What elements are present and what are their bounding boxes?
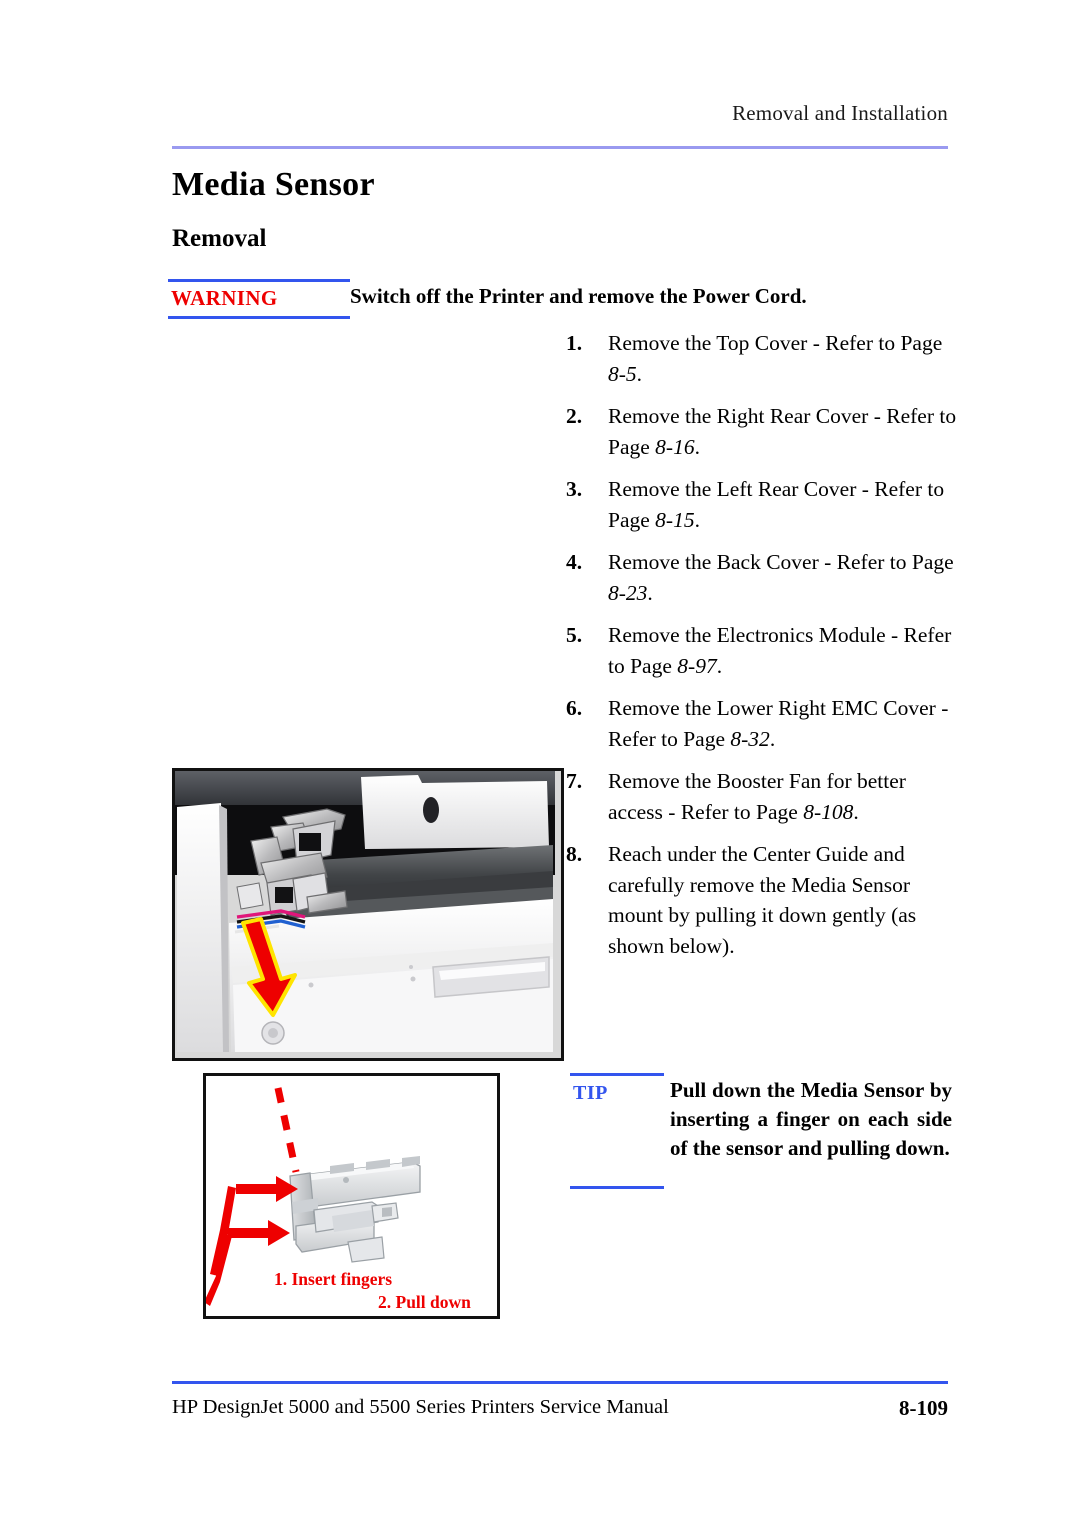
step-text: Remove the Back Cover - Refer to Page 8-… xyxy=(608,550,954,605)
step-page-reference: 8-15 xyxy=(655,507,695,532)
page-title: Media Sensor xyxy=(172,166,375,203)
step-number: 2. xyxy=(566,404,583,428)
media-sensor-drawing-figure: 1. Insert fingers 2. Pull down xyxy=(203,1073,500,1319)
removal-step: 8. Reach under the Center Guide and caref… xyxy=(566,839,958,961)
step-page-reference: 8-32 xyxy=(730,726,770,751)
step-page-reference: 8-97 xyxy=(677,653,717,678)
dashed-guide-line xyxy=(274,1087,300,1173)
step-text: Remove the Left Rear Cover - Refer to Pa… xyxy=(608,477,945,532)
tip-text: Pull down the Media Sensor by inserting … xyxy=(670,1078,952,1160)
step-text: Reach under the Center Guide and careful… xyxy=(608,842,917,958)
step-number: 1. xyxy=(566,331,583,355)
step-text: Remove the Right Rear Cover - Refer to P… xyxy=(608,404,957,459)
tip-label: TIP xyxy=(573,1082,608,1104)
step-text: Remove the Top Cover - Refer to Page 8-5… xyxy=(608,331,943,386)
removal-steps-list: 1. Remove the Top Cover - Refer to Page 8… xyxy=(566,328,958,973)
tip-label-frame: TIP xyxy=(570,1073,664,1189)
step-page-reference: 8-108 xyxy=(803,799,854,824)
removal-step: 3. Remove the Left Rear Cover - Refer to … xyxy=(566,474,958,535)
header-rule xyxy=(172,146,948,149)
drawing-label-insert-fingers: 1. Insert fingers xyxy=(274,1269,393,1289)
footer-rule xyxy=(172,1381,948,1384)
step-number: 5. xyxy=(566,623,583,647)
step-text: Remove the Booster Fan for better access… xyxy=(608,769,906,824)
running-header: Removal and Installation xyxy=(732,101,948,125)
step-number: 6. xyxy=(566,696,583,720)
step-number: 4. xyxy=(566,550,583,574)
section-title: Removal xyxy=(172,225,267,252)
removal-step: 6. Remove the Lower Right EMC Cover - Ref… xyxy=(566,693,958,754)
step-number: 8. xyxy=(566,842,583,866)
removal-step: 4. Remove the Back Cover - Refer to Page … xyxy=(566,547,958,608)
step-number: 3. xyxy=(566,477,583,501)
step-page-reference: 8-5 xyxy=(608,361,637,386)
warning-label: WARNING xyxy=(171,286,278,310)
warning-text: Switch off the Printer and remove the Po… xyxy=(350,284,807,308)
media-sensor-photo-illustration xyxy=(175,771,555,1052)
step-number: 7. xyxy=(566,769,583,793)
warning-label-frame: WARNING xyxy=(168,279,350,319)
drawing-label-pull-down: 2. Pull down xyxy=(378,1292,471,1312)
removal-step: 5. Remove the Electronics Module - Refer … xyxy=(566,620,958,681)
step-page-reference: 8-23 xyxy=(608,580,648,605)
media-sensor-photo-figure xyxy=(172,768,564,1061)
removal-step: 1. Remove the Top Cover - Refer to Page 8… xyxy=(566,328,958,389)
removal-step: 2. Remove the Right Rear Cover - Refer to… xyxy=(566,401,958,462)
document-page: Removal and Installation Media Sensor Re… xyxy=(0,0,1080,1528)
step-text: Remove the Lower Right EMC Cover - Refer… xyxy=(608,696,949,751)
step-text: Remove the Electronics Module - Refer to… xyxy=(608,623,952,678)
footer-page-number: 8-109 xyxy=(899,1396,948,1420)
step-page-reference: 8-16 xyxy=(655,434,695,459)
removal-step: 7. Remove the Booster Fan for better acce… xyxy=(566,766,958,827)
